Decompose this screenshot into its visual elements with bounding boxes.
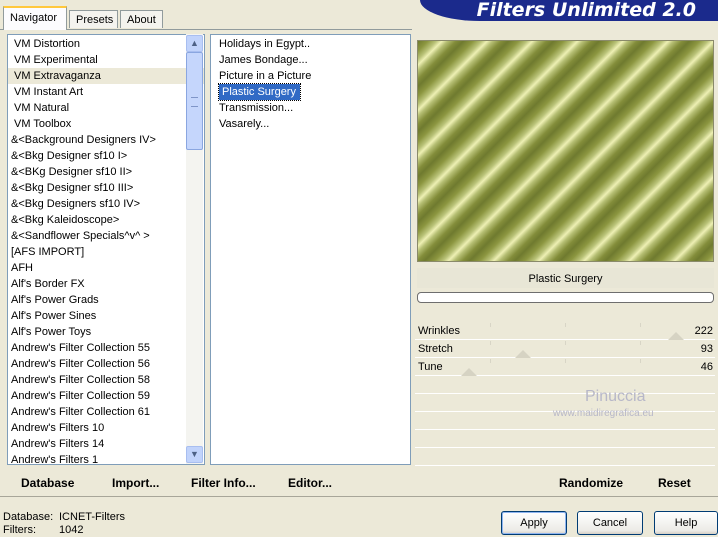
filter-item[interactable]: Picture in a Picture: [219, 70, 311, 82]
slider-tick: [565, 341, 566, 345]
slider-marker-icon[interactable]: [515, 350, 531, 358]
tab-about[interactable]: About: [120, 10, 163, 28]
filter-info-button[interactable]: Filter Info...: [191, 476, 256, 490]
category-item[interactable]: Andrew's Filters 14: [8, 436, 204, 452]
category-item[interactable]: Andrew's Filters 10: [8, 420, 204, 436]
slider-tick: [640, 341, 641, 345]
preview-filter-name: Plastic Surgery: [417, 268, 714, 288]
filter-item[interactable]: James Bondage...: [219, 54, 308, 66]
slider-tick: [565, 359, 566, 363]
category-item[interactable]: Andrew's Filter Collection 61: [8, 404, 204, 420]
param-value: 93: [700, 343, 713, 355]
param-slider-tune[interactable]: Tune 46: [415, 359, 715, 376]
category-item[interactable]: &<Background Designers IV>: [8, 132, 204, 148]
filter-item[interactable]: Holidays in Egypt..: [219, 38, 310, 50]
apply-button[interactable]: Apply: [501, 511, 567, 535]
divider: [0, 496, 718, 497]
category-item[interactable]: &<Bkg Designer sf10 I>: [8, 148, 204, 164]
tab-presets[interactable]: Presets: [69, 10, 118, 28]
category-item[interactable]: VM Extravaganza: [8, 68, 204, 84]
category-list[interactable]: VM Distortion VM Experimental VM Extravaga…: [7, 34, 205, 465]
category-item[interactable]: VM Distortion: [8, 36, 204, 52]
param-value: 222: [694, 325, 713, 337]
watermark-url: www.maidiregrafica.eu: [553, 408, 654, 419]
category-item[interactable]: Andrew's Filter Collection 55: [8, 340, 204, 356]
progress-bar: [417, 292, 714, 303]
category-item[interactable]: &<Bkg Designers sf10 IV>: [8, 196, 204, 212]
category-item[interactable]: Alf's Power Grads: [8, 292, 204, 308]
slider-tick: [565, 323, 566, 327]
slider-marker-icon[interactable]: [668, 332, 684, 340]
filter-list[interactable]: Holidays in Egypt.. James Bondage... Pictu…: [210, 34, 411, 465]
category-scrollbar[interactable]: ▲ ▼: [186, 34, 203, 464]
category-item[interactable]: VM Experimental: [8, 52, 204, 68]
category-item[interactable]: Alf's Power Sines: [8, 308, 204, 324]
category-item[interactable]: AFH: [8, 260, 204, 276]
help-button[interactable]: Help: [654, 511, 718, 535]
category-item[interactable]: &<Bkg Designer sf10 III>: [8, 180, 204, 196]
watermark-name: Pinuccia: [585, 388, 646, 405]
param-slider-stretch[interactable]: Stretch 93: [415, 341, 715, 358]
import-button[interactable]: Import...: [112, 476, 159, 490]
category-item[interactable]: Alf's Power Toys: [8, 324, 204, 340]
param-slider-wrinkles[interactable]: Wrinkles 222: [415, 323, 715, 340]
param-row-empty: [415, 431, 715, 448]
filter-item[interactable]: Vasarely...: [219, 118, 269, 130]
database-label: Database:: [3, 511, 54, 523]
param-name: Tune: [418, 361, 443, 373]
scroll-up-icon[interactable]: ▲: [186, 35, 203, 52]
cancel-button[interactable]: Cancel: [577, 511, 643, 535]
param-value: 46: [700, 361, 713, 373]
category-item[interactable]: Andrew's Filter Collection 56: [8, 356, 204, 372]
param-name: Stretch: [418, 343, 453, 355]
category-item[interactable]: VM Natural: [8, 100, 204, 116]
category-item[interactable]: &<Bkg Kaleidoscope>: [8, 212, 204, 228]
scroll-down-icon[interactable]: ▼: [186, 446, 203, 463]
slider-marker-icon[interactable]: [461, 368, 477, 376]
randomize-button[interactable]: Randomize: [559, 476, 623, 490]
category-item[interactable]: Andrew's Filter Collection 59: [8, 388, 204, 404]
category-item[interactable]: Alf's Border FX: [8, 276, 204, 292]
editor-button[interactable]: Editor...: [288, 476, 332, 490]
slider-tick: [640, 323, 641, 327]
category-item[interactable]: VM Instant Art: [8, 84, 204, 100]
database-button[interactable]: Database: [21, 476, 74, 490]
category-item[interactable]: VM Toolbox: [8, 116, 204, 132]
category-item[interactable]: [AFS IMPORT]: [8, 244, 204, 260]
category-item[interactable]: Andrew's Filter Collection 58: [8, 372, 204, 388]
param-row-empty: [415, 377, 715, 394]
filter-item[interactable]: Plastic Surgery: [218, 83, 301, 101]
slider-tick: [490, 359, 491, 363]
slider-tick: [490, 341, 491, 345]
slider-tick: [640, 359, 641, 363]
app-title: Filters Unlimited 2.0: [420, 0, 718, 21]
filters-count: 1042: [59, 524, 84, 536]
filters-label: Filters:: [3, 524, 36, 536]
reset-button[interactable]: Reset: [658, 476, 691, 490]
preview-image: [417, 40, 714, 262]
tab-navigator[interactable]: Navigator: [3, 6, 67, 30]
category-item[interactable]: &<BKg Designer sf10 II>: [8, 164, 204, 180]
category-item[interactable]: Andrew's Filters 1: [8, 452, 204, 464]
scroll-thumb[interactable]: [186, 52, 203, 150]
category-item[interactable]: &<Sandflower Specials^v^ >: [8, 228, 204, 244]
filter-item[interactable]: Transmission...: [219, 102, 293, 114]
database-value: ICNET-Filters: [59, 511, 125, 523]
slider-tick: [490, 323, 491, 327]
param-row-empty: [415, 449, 715, 466]
param-name: Wrinkles: [418, 325, 460, 337]
